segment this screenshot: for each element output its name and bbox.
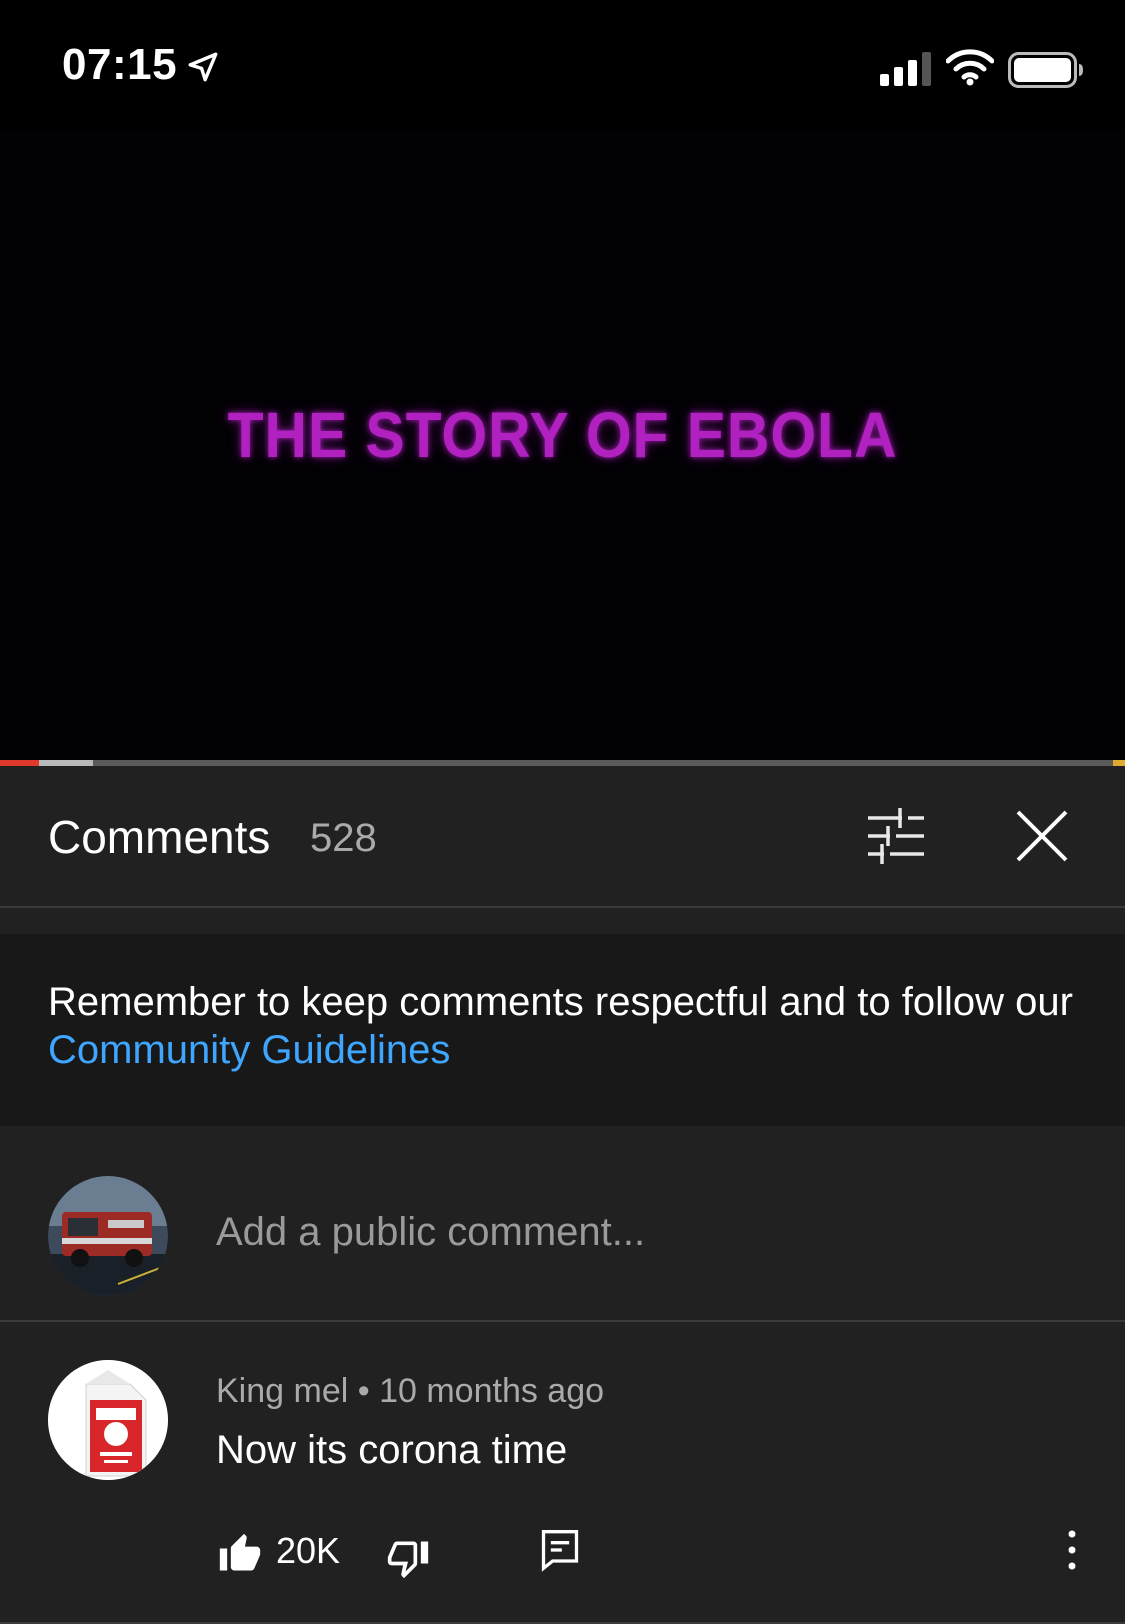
comment-item: King mel • 10 months ago Now its corona …	[0, 1322, 1125, 1624]
like-count: 20K	[276, 1530, 341, 1571]
guidelines-text: Remember to keep comments respectful and…	[48, 978, 1088, 1074]
location-arrow-icon	[188, 52, 218, 82]
battery-icon	[1008, 52, 1083, 88]
comments-count: 528	[310, 816, 377, 860]
more-vert-icon[interactable]	[1062, 1528, 1082, 1572]
comment-meta: King mel • 10 months ago	[216, 1372, 604, 1411]
close-icon[interactable]	[1012, 806, 1072, 866]
status-bar: 07:15	[0, 0, 1125, 130]
community-guidelines-banner: Remember to keep comments respectful and…	[0, 934, 1125, 1126]
comments-panel: Comments 528 Remember to keep comments r…	[0, 766, 1125, 1624]
reply-icon[interactable]	[538, 1528, 582, 1572]
meta-separator: •	[357, 1372, 370, 1410]
add-comment-input[interactable]	[216, 1210, 1076, 1255]
comments-header: Comments 528	[0, 766, 1125, 908]
thumbs-up-icon[interactable]	[218, 1532, 262, 1576]
status-time: 07:15	[62, 40, 178, 89]
comments-title: Comments	[48, 811, 271, 863]
comment-time: 10 months ago	[379, 1372, 605, 1410]
comment-text: Now its corona time	[216, 1428, 568, 1472]
community-guidelines-link[interactable]: Community Guidelines	[48, 1028, 450, 1072]
video-frame-title: THE STORY OF EBOLA	[227, 399, 898, 471]
cellular-signal-icon	[880, 52, 931, 86]
video-player[interactable]: THE STORY OF EBOLA	[0, 130, 1125, 760]
commenter-avatar[interactable]	[48, 1360, 168, 1480]
guidelines-message: Remember to keep comments respectful and…	[48, 980, 1073, 1024]
add-comment-row[interactable]	[0, 1126, 1125, 1322]
wifi-icon	[946, 49, 994, 86]
sort-filter-icon[interactable]	[866, 806, 926, 866]
thumbs-down-icon[interactable]	[386, 1536, 430, 1580]
comment-author[interactable]: King mel	[216, 1372, 348, 1410]
user-avatar	[48, 1176, 168, 1296]
